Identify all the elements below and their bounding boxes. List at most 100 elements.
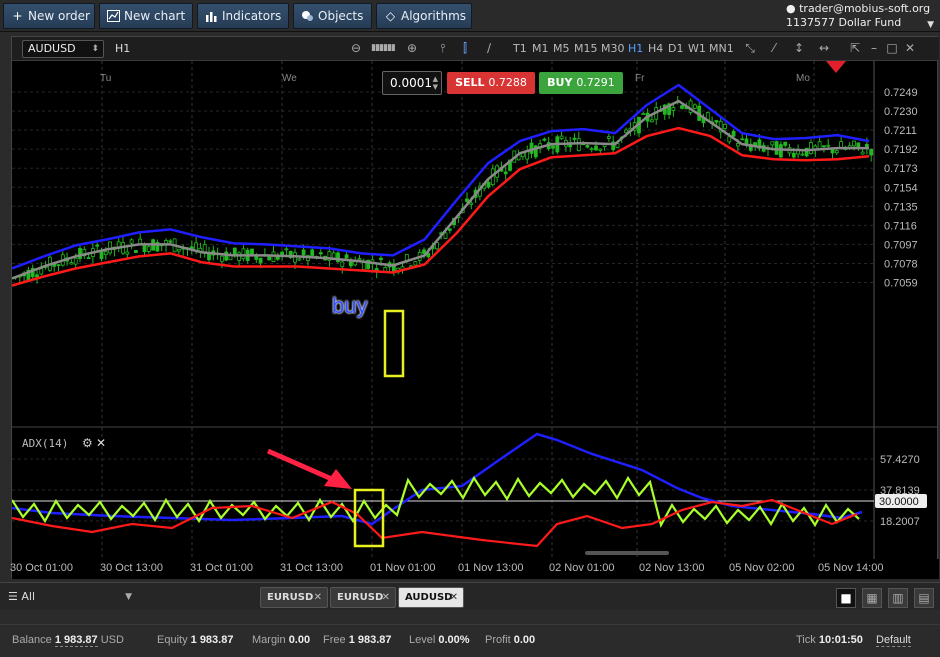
candle-body bbox=[856, 142, 861, 147]
symbol-select[interactable]: AUDUSD ⬍ bbox=[22, 40, 104, 58]
tf-M5[interactable]: M5 bbox=[553, 42, 570, 55]
candle-body bbox=[731, 131, 736, 137]
bars-icon bbox=[205, 10, 218, 22]
indicators-button[interactable]: Indicators bbox=[197, 3, 289, 29]
vertical-resize-icon[interactable]: ↕ bbox=[792, 41, 806, 55]
candle-chart-type-icon[interactable]: ⫿ bbox=[458, 41, 472, 55]
tf-W1[interactable]: W1 bbox=[688, 42, 706, 55]
candle-body bbox=[357, 258, 362, 261]
candle-body bbox=[301, 249, 306, 256]
layout-grid-button[interactable]: ▦ bbox=[862, 588, 882, 608]
gear-icon[interactable]: ⚙ bbox=[82, 436, 93, 450]
zoom-slider[interactable]: ▮▮▮▮▮▮ bbox=[368, 41, 398, 55]
candle-body bbox=[202, 244, 207, 253]
candle-body bbox=[723, 123, 727, 129]
account-dropdown-icon[interactable]: ▼ bbox=[927, 18, 934, 32]
close-tab-icon[interactable]: ✕ bbox=[382, 588, 390, 607]
layout-rows-button[interactable]: ▤ bbox=[914, 588, 934, 608]
filter-select[interactable]: ☰ All ▼ bbox=[8, 588, 132, 606]
candle-body bbox=[267, 256, 272, 261]
new-chart-button[interactable]: New chart bbox=[99, 3, 193, 29]
account-info[interactable]: ● trader@mobius-soft.org 1137577 Dollar … bbox=[786, 2, 936, 30]
tick-mode: Default bbox=[876, 634, 911, 647]
tf-M1[interactable]: M1 bbox=[532, 42, 549, 55]
trendline-icon[interactable]: ⁄ bbox=[767, 41, 781, 55]
day-label: Fr bbox=[635, 73, 645, 84]
objects-button[interactable]: Objects bbox=[293, 3, 372, 29]
candle-body bbox=[443, 232, 448, 239]
balance-label: Balance bbox=[12, 634, 52, 646]
popout-icon[interactable]: ⇱ bbox=[848, 41, 862, 55]
quantity-input[interactable]: 0.0001 ▲ ▼ bbox=[382, 71, 442, 95]
symbol-tab[interactable]: EURUSD ✕ bbox=[260, 587, 328, 608]
candle-body bbox=[86, 257, 91, 260]
equity-value: 1 983.87 bbox=[190, 634, 234, 646]
candle-body bbox=[607, 136, 611, 139]
tf-MN1[interactable]: MN1 bbox=[709, 42, 734, 55]
adx-tick-label: 57.4270 bbox=[880, 454, 920, 466]
time-label: 02 Nov 01:00 bbox=[549, 562, 615, 574]
zoom-in-icon[interactable]: ⊕ bbox=[405, 41, 419, 55]
bar-chart-type-icon[interactable]: ⫯ bbox=[436, 41, 450, 55]
candle-body bbox=[125, 251, 130, 255]
tf-T1[interactable]: T1 bbox=[513, 42, 527, 55]
spinner-icon[interactable]: ▲ ▼ bbox=[433, 75, 438, 91]
symbol-tab-active[interactable]: AUDUSD ✕ bbox=[398, 587, 464, 608]
candle-body bbox=[310, 249, 315, 256]
candle-body bbox=[680, 105, 684, 109]
diamond-icon: ◇ bbox=[385, 9, 396, 23]
candle-body bbox=[78, 248, 82, 259]
buy-button[interactable]: BUY 0.7291 bbox=[539, 72, 623, 94]
maximize-icon[interactable]: □ bbox=[885, 41, 899, 55]
candle-body bbox=[551, 145, 555, 149]
price-tick-label: 0.7192 bbox=[884, 144, 918, 156]
tf-H1[interactable]: H1 bbox=[628, 42, 643, 55]
layout-single-button[interactable]: ■ bbox=[836, 588, 856, 608]
tf-H4[interactable]: H4 bbox=[648, 42, 663, 55]
level-status: Level 0.00% bbox=[409, 634, 470, 646]
chart-scrollbar[interactable] bbox=[585, 551, 669, 555]
candle-body bbox=[297, 258, 302, 261]
price-chart[interactable]: 0.7249 0.7230 0.7211 0.7192 0.7173 0.7154 0.71… bbox=[12, 61, 937, 428]
close-tab-icon[interactable]: ✕ bbox=[450, 588, 458, 607]
adx-chart[interactable]: 57.427037.813918.200730.0000 bbox=[12, 428, 937, 559]
zoom-out-icon[interactable]: ⊖ bbox=[349, 41, 363, 55]
candle-body bbox=[56, 264, 61, 267]
minimize-icon[interactable]: – bbox=[867, 41, 881, 55]
symbol-tab[interactable]: EURUSD ✕ bbox=[330, 587, 396, 608]
account-id: 1137577 bbox=[786, 16, 835, 29]
symbol-tabs-bar: ☰ All ▼ EURUSD ✕ EURUSD ✕ AUDUSD ✕ ■ ▦ ▥ ▤ bbox=[0, 582, 940, 610]
tick-mode-link[interactable]: Default bbox=[876, 634, 911, 647]
tf-M15[interactable]: M15 bbox=[574, 42, 598, 55]
free-value: 1 983.87 bbox=[348, 634, 392, 646]
candle-body bbox=[852, 140, 856, 147]
currency: USD bbox=[100, 634, 124, 646]
chart-timeframe: H1 bbox=[115, 42, 131, 55]
day-label: Mo bbox=[796, 73, 810, 84]
candle-body bbox=[800, 153, 805, 156]
price-tick-label: 0.7211 bbox=[884, 125, 917, 137]
tf-M30[interactable]: M30 bbox=[601, 42, 625, 55]
close-indicator-icon[interactable]: ✕ bbox=[96, 436, 106, 450]
algorithms-button[interactable]: ◇ Algorithms bbox=[376, 3, 472, 29]
margin-value: 0.00 bbox=[288, 634, 311, 646]
candle-body bbox=[250, 248, 254, 255]
candle-body bbox=[465, 198, 469, 202]
candle-body bbox=[774, 141, 779, 155]
line-chart-type-icon[interactable]: ∕ bbox=[482, 41, 496, 55]
tf-D1[interactable]: D1 bbox=[668, 42, 683, 55]
candle-body bbox=[318, 252, 323, 255]
close-icon[interactable]: ✕ bbox=[903, 41, 917, 55]
new-order-button[interactable]: + New order bbox=[3, 3, 95, 29]
close-tab-icon[interactable]: ✕ bbox=[314, 588, 322, 607]
crosshair-icon[interactable]: ⤡ bbox=[743, 41, 757, 55]
candle-body bbox=[503, 171, 508, 175]
sell-button[interactable]: SELL 0.7288 bbox=[447, 72, 535, 94]
candle-body bbox=[138, 238, 143, 245]
price-tick-label: 0.7173 bbox=[884, 163, 918, 175]
profit-value: 0.00 bbox=[513, 634, 536, 646]
layout-columns-button[interactable]: ▥ bbox=[888, 588, 908, 608]
horizontal-resize-icon[interactable]: ↔ bbox=[817, 41, 831, 55]
candle-body bbox=[486, 182, 491, 188]
price-tick-label: 0.7116 bbox=[884, 220, 917, 232]
